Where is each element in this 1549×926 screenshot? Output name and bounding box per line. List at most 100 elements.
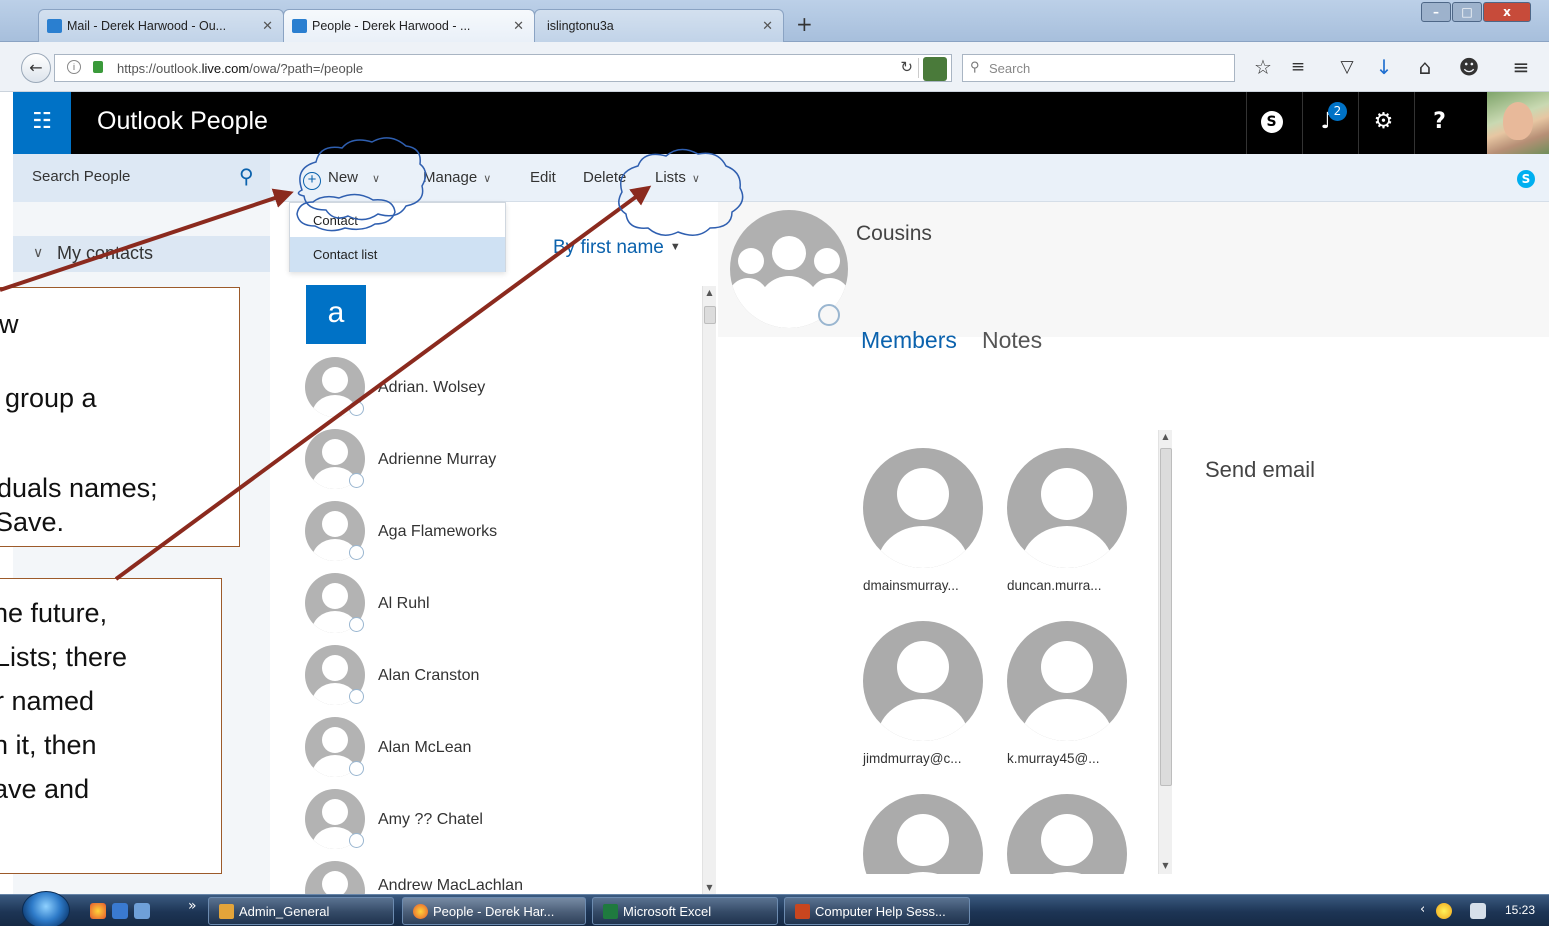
chat-icon[interactable]: ☻ (1456, 56, 1482, 78)
sort-dropdown[interactable]: By first name ▼ (553, 237, 681, 259)
close-icon[interactable]: ✕ (513, 18, 524, 34)
lock-icon (93, 61, 103, 73)
window-switcher-icon[interactable] (134, 903, 150, 919)
notification-badge: 2 (1328, 102, 1347, 121)
divider (918, 58, 919, 78)
hamburger-menu-icon[interactable]: ≡ (1508, 56, 1534, 78)
app-title: Outlook People (97, 107, 268, 135)
contact-row[interactable]: Alan Cranston (305, 645, 695, 717)
scroll-up-icon[interactable]: ▲ (1159, 432, 1172, 441)
browser-search-input[interactable]: ⚲ Search (962, 54, 1235, 82)
home-icon[interactable]: ⌂ (1412, 56, 1438, 78)
members-scrollbar[interactable]: ▲ ▼ (1158, 430, 1172, 874)
chevron-down-icon[interactable]: ∨ (33, 244, 43, 261)
presence-icon (349, 473, 364, 488)
download-icon[interactable]: ↓ (1371, 56, 1397, 78)
tray-app-icon[interactable] (1436, 903, 1452, 919)
close-icon[interactable]: ✕ (762, 18, 773, 34)
contact-row[interactable]: Amy ?? Chatel (305, 789, 695, 861)
search-icon[interactable]: ⚲ (239, 164, 254, 189)
annotation-callout-1: w group a iduals names; Save. (0, 287, 240, 547)
callout-line: he future, (0, 598, 108, 628)
scroll-thumb[interactable] (704, 306, 716, 324)
member-card[interactable] (1007, 794, 1147, 874)
contact-row[interactable]: Adrienne Murray (305, 429, 695, 501)
manage-button[interactable]: Manage ∨ (423, 169, 491, 186)
notifications-button[interactable]: ♪ 2 (1302, 92, 1352, 154)
reading-list-icon[interactable]: ≡ (1285, 56, 1311, 78)
member-card[interactable]: jimdmurray@c... (863, 621, 1003, 791)
menu-item-contact-list[interactable]: Contact list (290, 237, 505, 272)
lists-button[interactable]: Lists ∨ (655, 169, 700, 186)
tray-chevron-icon[interactable]: ‹ (1420, 902, 1425, 917)
tab-mail[interactable]: Mail - Derek Harwood - Ou... ✕ (38, 9, 284, 42)
back-button[interactable]: ← (21, 53, 51, 83)
contacts-scrollbar[interactable]: ▲ ▼ (702, 286, 716, 894)
user-avatar[interactable] (1487, 92, 1549, 154)
firefox-quicklaunch-icon[interactable] (90, 903, 106, 919)
command-bar: Search People ⚲ + New ∨ Manage ∨ Edit Delet… (13, 154, 1549, 202)
start-button[interactable] (22, 891, 70, 926)
contact-row[interactable]: Al Ruhl (305, 573, 695, 645)
scroll-down-icon[interactable]: ▼ (703, 883, 716, 892)
callout-line: r named (0, 686, 95, 716)
close-icon[interactable]: ✕ (262, 18, 273, 34)
task-excel[interactable]: Microsoft Excel (592, 897, 778, 925)
search-people-input[interactable]: Search People ⚲ (13, 154, 270, 202)
edit-button[interactable]: Edit (530, 169, 556, 186)
network-icon[interactable] (1470, 903, 1486, 919)
folder-my-contacts[interactable]: ∨ My contacts (13, 236, 270, 272)
new-button[interactable]: + New ∨ (303, 169, 380, 190)
tab-people[interactable]: People - Derek Harwood - ... ✕ (283, 9, 535, 42)
task-admin-general[interactable]: Admin_General (208, 897, 394, 925)
skype-button[interactable]: S (1246, 92, 1296, 154)
os-taskbar: » Admin_General People - Derek Har... Mi… (0, 891, 1549, 926)
folder-icon (219, 904, 234, 919)
member-name: jimdmurray@c... (863, 751, 962, 766)
member-card[interactable]: k.murray45@... (1007, 621, 1147, 791)
task-people-firefox[interactable]: People - Derek Har... (402, 897, 586, 925)
delete-button[interactable]: Delete (583, 169, 626, 186)
callout-line: iduals names; (0, 473, 158, 503)
contact-row[interactable]: Andrew MacLachlan (305, 861, 695, 894)
presence-icon (349, 617, 364, 632)
members-grid: dmainsmurray... duncan.murra... jimdmurr… (850, 432, 1156, 874)
pocket-icon[interactable]: ▽ (1334, 56, 1360, 78)
tab-members[interactable]: Members (861, 327, 957, 354)
url-host: live.com (201, 61, 250, 76)
help-button[interactable]: ? (1414, 92, 1464, 154)
maximize-button[interactable]: □ (1452, 2, 1482, 22)
info-icon[interactable]: i (67, 60, 81, 74)
scroll-thumb[interactable] (1160, 448, 1172, 786)
task-label: Microsoft Excel (623, 904, 712, 919)
tab-islingtonu3a[interactable]: islingtonu3a ✕ (534, 9, 784, 42)
desktop-quicklaunch-icon[interactable] (112, 903, 128, 919)
scroll-down-icon[interactable]: ▼ (1159, 861, 1172, 870)
skype-icon[interactable]: S (1517, 170, 1535, 188)
contact-row[interactable]: Adrian. Wolsey (305, 357, 695, 429)
new-tab-button[interactable]: + (796, 12, 813, 36)
minimize-button[interactable]: – (1421, 2, 1451, 22)
member-card[interactable]: duncan.murra... (1007, 448, 1147, 618)
member-card[interactable] (863, 794, 1003, 874)
task-powerpoint[interactable]: Computer Help Sess... (784, 897, 970, 925)
address-bar[interactable]: i https://outlook.live.com/owa/?path=/pe… (54, 54, 952, 82)
settings-button[interactable]: ⚙ (1358, 92, 1408, 154)
clock[interactable]: 15:23 (1505, 903, 1535, 917)
contact-row[interactable]: Alan McLean (305, 717, 695, 789)
tab-notes[interactable]: Notes (982, 327, 1042, 354)
taskbar-overflow-icon[interactable]: » (188, 898, 197, 914)
caret-down-icon: ▼ (669, 241, 681, 253)
app-launcher-icon[interactable]: ☷ (13, 92, 71, 154)
member-card[interactable]: dmainsmurray... (863, 448, 1003, 618)
reload-icon[interactable]: ↻ (900, 58, 913, 76)
extension-icon[interactable] (923, 57, 947, 81)
bookmark-star-icon[interactable]: ☆ (1250, 56, 1276, 78)
contact-row[interactable]: Aga Flameworks (305, 501, 695, 573)
send-email-link[interactable]: Send email (1205, 457, 1315, 483)
scroll-up-icon[interactable]: ▲ (703, 288, 716, 297)
person-icon (863, 621, 983, 741)
letter-header[interactable]: a (306, 285, 366, 344)
window-close-button[interactable]: x (1483, 2, 1531, 22)
menu-item-contact[interactable]: Contact (290, 203, 505, 238)
